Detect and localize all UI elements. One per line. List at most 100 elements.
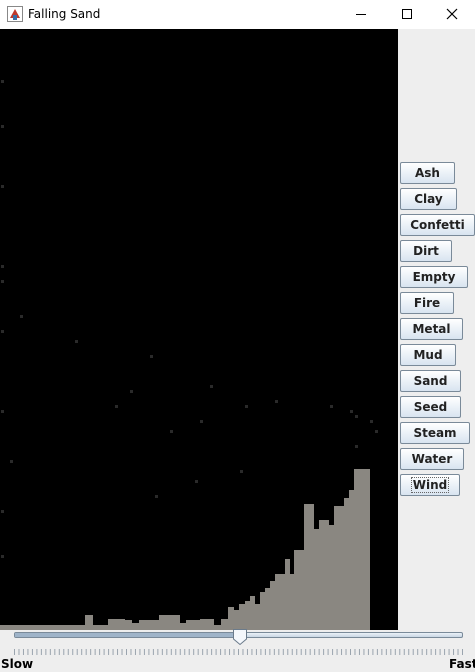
ash-column	[214, 625, 221, 630]
speed-min-label: Slow	[1, 657, 34, 671]
ash-particle	[20, 315, 23, 318]
ash-column	[186, 620, 193, 630]
element-button-label: Fire	[413, 296, 441, 310]
ash-particle	[170, 430, 173, 433]
ash-column	[324, 520, 329, 630]
ash-particle	[1, 330, 4, 333]
ash-column	[0, 625, 5, 630]
ash-column	[239, 604, 245, 630]
ash-particle	[1, 265, 4, 268]
ash-column	[85, 615, 93, 630]
ash-column	[285, 559, 290, 630]
element-button-label: Empty	[412, 270, 456, 284]
close-button[interactable]	[429, 0, 475, 29]
ash-column	[180, 623, 186, 630]
ash-column	[334, 506, 339, 630]
minimize-icon	[356, 14, 366, 15]
ash-column	[275, 574, 280, 630]
element-button-metal[interactable]: Metal	[400, 318, 463, 340]
ash-column	[139, 620, 146, 630]
element-button-mud[interactable]: Mud	[400, 344, 456, 366]
ash-particle	[150, 355, 153, 358]
ash-particle	[75, 340, 78, 343]
element-button-fire[interactable]: Fire	[400, 292, 454, 314]
ash-particle	[275, 400, 278, 403]
element-button-empty[interactable]: Empty	[400, 266, 468, 288]
element-button-label: Sand	[413, 374, 448, 388]
element-button-dirt[interactable]: Dirt	[400, 240, 452, 262]
ash-column	[152, 620, 159, 630]
ash-column	[146, 620, 152, 630]
ash-column	[132, 623, 139, 630]
maximize-button[interactable]	[384, 0, 430, 29]
element-button-label: Clay	[414, 192, 443, 206]
ash-column	[93, 625, 100, 630]
minimize-button[interactable]	[338, 0, 384, 29]
ash-particle	[375, 430, 378, 433]
ash-column	[304, 504, 309, 630]
element-button-water[interactable]: Water	[400, 448, 464, 470]
ash-particle	[10, 460, 13, 463]
ash-particle	[240, 470, 243, 473]
ash-column	[294, 550, 299, 630]
ash-column	[349, 490, 354, 630]
element-button-steam[interactable]: Steam	[400, 422, 470, 444]
ash-column	[5, 625, 45, 630]
speed-slider-thumb[interactable]	[232, 628, 248, 646]
ash-column	[280, 574, 285, 630]
speed-slider-ticks	[14, 649, 463, 655]
ash-particle	[115, 405, 118, 408]
element-button-label: Wind	[410, 477, 450, 493]
ash-column	[70, 625, 76, 630]
element-button-label: Seed	[413, 400, 448, 414]
ash-particle	[1, 510, 4, 513]
ash-particle	[1, 185, 4, 188]
element-button-confetti[interactable]: Confetti	[400, 214, 475, 236]
ash-column	[45, 625, 52, 630]
ash-column	[255, 604, 260, 630]
ash-particle	[355, 445, 358, 448]
ash-column	[234, 610, 239, 630]
title-bar: Falling Sand	[0, 0, 475, 29]
ash-particle	[210, 385, 213, 388]
speed-max-label: Fast	[449, 657, 475, 671]
ash-column	[270, 581, 275, 630]
element-button-label: Mud	[413, 348, 443, 362]
close-icon	[446, 8, 458, 20]
element-button-label: Water	[411, 452, 453, 466]
element-button-clay[interactable]: Clay	[400, 188, 457, 210]
ash-column	[265, 588, 270, 630]
ash-particle	[1, 410, 4, 413]
ash-column	[250, 596, 255, 630]
ash-column	[359, 469, 364, 630]
ash-column	[344, 498, 349, 630]
maximize-icon	[402, 9, 412, 19]
ash-column	[260, 592, 265, 630]
ash-particle	[155, 495, 158, 498]
ash-column	[76, 625, 85, 630]
element-button-sand[interactable]: Sand	[400, 370, 461, 392]
ash-column	[314, 529, 319, 630]
sand-canvas[interactable]	[0, 29, 398, 630]
ash-column	[193, 620, 200, 630]
element-button-label: Confetti	[410, 218, 465, 232]
element-button-label: Ash	[415, 166, 440, 180]
element-button-label: Steam	[413, 426, 457, 440]
ash-particle	[245, 405, 248, 408]
ash-column	[319, 520, 324, 630]
ash-column	[125, 620, 132, 630]
ash-particle	[370, 420, 373, 423]
ash-particle	[130, 390, 133, 393]
ash-column	[200, 619, 208, 630]
ash-column	[100, 625, 108, 630]
ash-particle	[200, 420, 203, 423]
ash-particle	[1, 125, 4, 128]
element-button-label: Metal	[412, 322, 451, 336]
element-button-wind[interactable]: Wind	[400, 474, 460, 496]
speed-slider-fill	[15, 633, 241, 637]
element-button-label: Dirt	[413, 244, 439, 258]
element-button-seed[interactable]: Seed	[400, 396, 461, 418]
ash-column	[52, 625, 70, 630]
element-button-ash[interactable]: Ash	[400, 162, 455, 184]
ash-particle	[1, 280, 4, 283]
